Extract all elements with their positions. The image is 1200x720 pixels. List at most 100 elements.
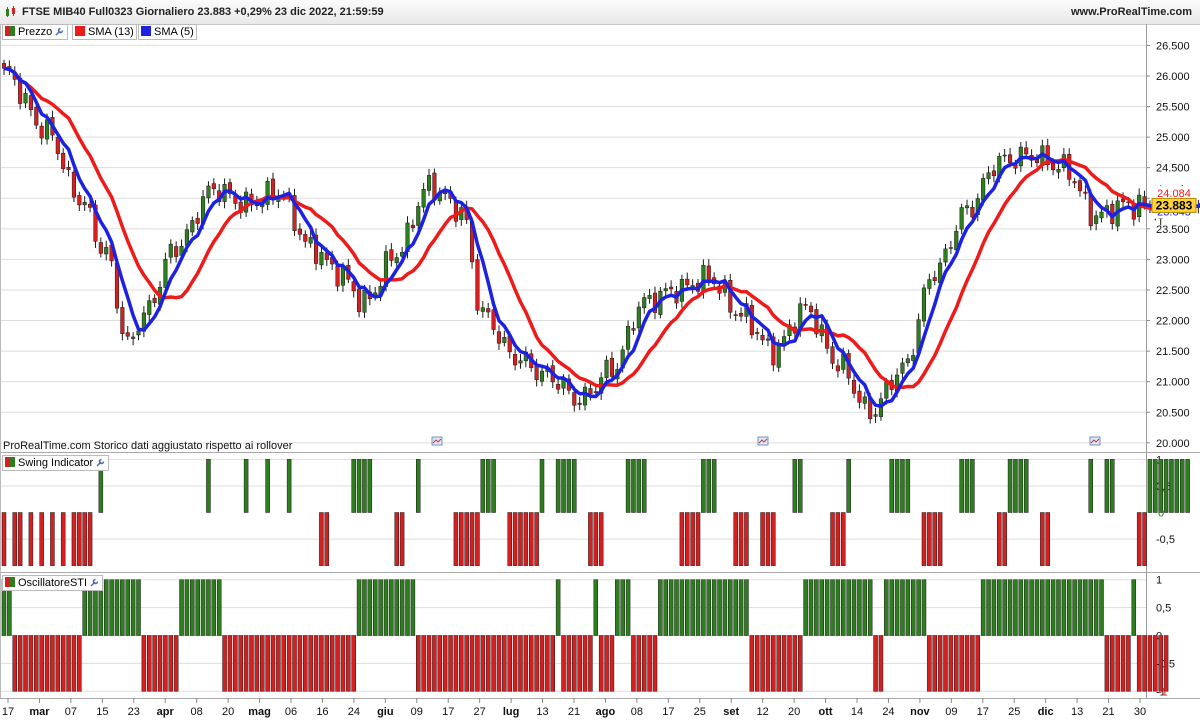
wrench-icon[interactable] bbox=[89, 577, 100, 588]
candle bbox=[61, 148, 66, 174]
candle bbox=[631, 321, 636, 335]
sti-bar bbox=[44, 635, 50, 692]
x-tick-label: 24 bbox=[882, 706, 894, 718]
swing-bar bbox=[701, 459, 706, 513]
sti-bar bbox=[335, 635, 340, 692]
candle bbox=[104, 240, 109, 261]
sti-bar bbox=[243, 635, 249, 692]
candle bbox=[851, 374, 857, 399]
sti-bar bbox=[803, 579, 808, 636]
sti-bar bbox=[1088, 579, 1094, 636]
swing-bar bbox=[765, 512, 771, 566]
sti-bar bbox=[1023, 579, 1029, 636]
sti-bar bbox=[851, 579, 857, 636]
candle bbox=[782, 329, 787, 351]
sti-bar bbox=[943, 635, 948, 692]
sti-bar bbox=[808, 579, 814, 636]
candle bbox=[265, 177, 270, 211]
sti-bar bbox=[728, 579, 733, 636]
swing-bar bbox=[1023, 459, 1029, 513]
swing-bar bbox=[1174, 459, 1180, 513]
swing-bar bbox=[760, 512, 765, 566]
sti-bar bbox=[308, 635, 313, 692]
swing-bar bbox=[528, 512, 534, 566]
x-tick-label: 25 bbox=[694, 706, 706, 718]
y-tick-label: 24.500 bbox=[1156, 163, 1190, 175]
sti-bar bbox=[114, 579, 120, 636]
x-tick-label: 15 bbox=[96, 706, 108, 718]
sti-bar bbox=[749, 635, 755, 692]
sti-bar bbox=[437, 635, 443, 692]
y-tick-label: 0,5 bbox=[1156, 481, 1171, 493]
sti-bar bbox=[776, 635, 781, 692]
x-tick-label: 30 bbox=[1134, 706, 1146, 718]
sti-bar bbox=[77, 635, 82, 692]
sti-bar bbox=[588, 635, 593, 692]
swing-bar bbox=[1136, 512, 1142, 566]
swing-bar bbox=[964, 459, 970, 513]
candle bbox=[206, 181, 211, 204]
sti-bar bbox=[722, 579, 728, 636]
sti-swatch bbox=[5, 577, 15, 587]
candle bbox=[986, 166, 991, 185]
swing-bar bbox=[771, 512, 776, 566]
candle bbox=[830, 341, 835, 370]
swing-bar bbox=[1040, 512, 1045, 566]
sti-bar bbox=[464, 635, 469, 692]
swing-bar bbox=[469, 512, 475, 566]
swing-bar bbox=[900, 459, 905, 513]
y-tick-label: -0,5 bbox=[1156, 534, 1175, 546]
sti-bar bbox=[1072, 579, 1077, 636]
sti-bar bbox=[281, 635, 287, 692]
candle bbox=[195, 212, 200, 231]
sti-bar bbox=[668, 579, 674, 636]
swing-bar bbox=[679, 512, 685, 566]
wrench-icon[interactable] bbox=[95, 457, 106, 468]
sti-bar bbox=[1142, 635, 1147, 692]
y-tick-label: 23.000 bbox=[1156, 254, 1190, 266]
sti-bar bbox=[760, 635, 765, 692]
sti-bar bbox=[652, 635, 658, 692]
candle bbox=[652, 286, 658, 320]
sti-bar bbox=[469, 635, 475, 692]
swing-bar bbox=[367, 459, 373, 513]
legend-swing: Swing Indicator bbox=[18, 457, 94, 469]
sti-bar bbox=[1158, 635, 1163, 692]
price-swatch bbox=[5, 26, 15, 36]
swing-bar bbox=[636, 459, 642, 513]
swing-bar bbox=[733, 512, 738, 566]
sti-bar bbox=[23, 635, 28, 692]
sti-bar bbox=[1147, 635, 1153, 692]
swing-bar bbox=[399, 512, 405, 566]
sti-bar bbox=[717, 579, 722, 636]
sti-bar bbox=[190, 579, 195, 636]
sti-bar bbox=[1056, 579, 1061, 636]
swing-bar bbox=[534, 512, 539, 566]
sti-bar bbox=[340, 635, 346, 692]
svg-text:23.883: 23.883 bbox=[1156, 198, 1193, 212]
swing-bar bbox=[351, 459, 356, 513]
x-tick-label: 13 bbox=[1071, 706, 1083, 718]
chart-canvas[interactable]: 20.000 20.500 21.000 21.500 22.000 22.500 23.0… bbox=[0, 0, 1200, 720]
sti-bar bbox=[485, 635, 491, 692]
sma5-swatch bbox=[141, 26, 151, 36]
swing-bar bbox=[416, 459, 421, 513]
sti-bar bbox=[609, 635, 615, 692]
sti-bar bbox=[195, 579, 200, 636]
sti-bar bbox=[120, 579, 125, 636]
candle bbox=[23, 88, 28, 109]
swing-bar bbox=[1158, 459, 1163, 513]
sti-bar bbox=[932, 635, 937, 692]
sti-bar bbox=[980, 579, 986, 636]
sti-bar bbox=[701, 579, 706, 636]
sti-bar bbox=[846, 579, 851, 636]
candle bbox=[647, 288, 652, 304]
swing-bar bbox=[539, 459, 545, 513]
sti-bar bbox=[125, 579, 130, 636]
sti-bar bbox=[410, 579, 416, 636]
candle bbox=[125, 326, 130, 341]
sti-bar bbox=[200, 579, 206, 636]
swing-bar bbox=[394, 512, 399, 566]
swing-bar bbox=[523, 512, 529, 566]
wrench-icon[interactable] bbox=[54, 26, 65, 37]
